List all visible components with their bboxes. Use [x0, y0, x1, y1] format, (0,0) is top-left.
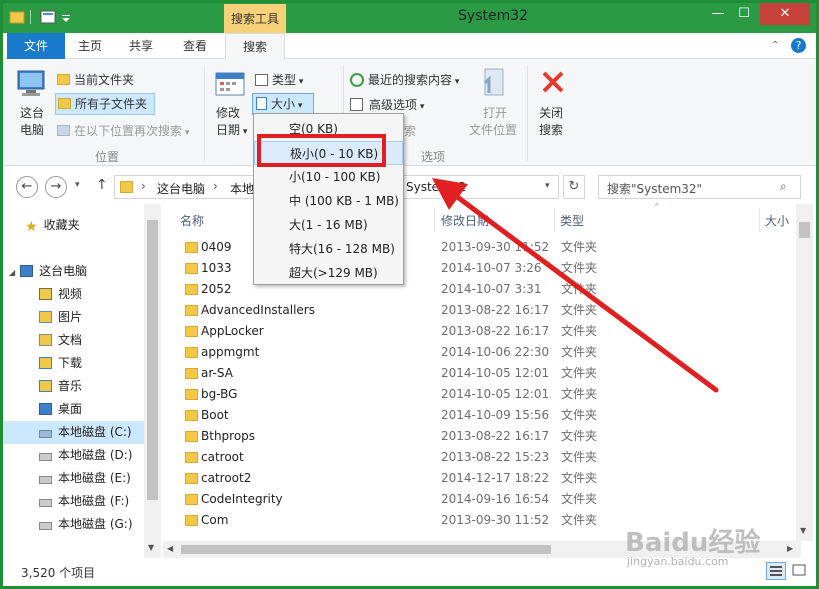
baidu-watermark: Baidu经验 [625, 528, 761, 558]
baidu-watermark-url: jingyan.baidu.com [627, 555, 729, 568]
red-arrow-annotation [432, 178, 719, 393]
